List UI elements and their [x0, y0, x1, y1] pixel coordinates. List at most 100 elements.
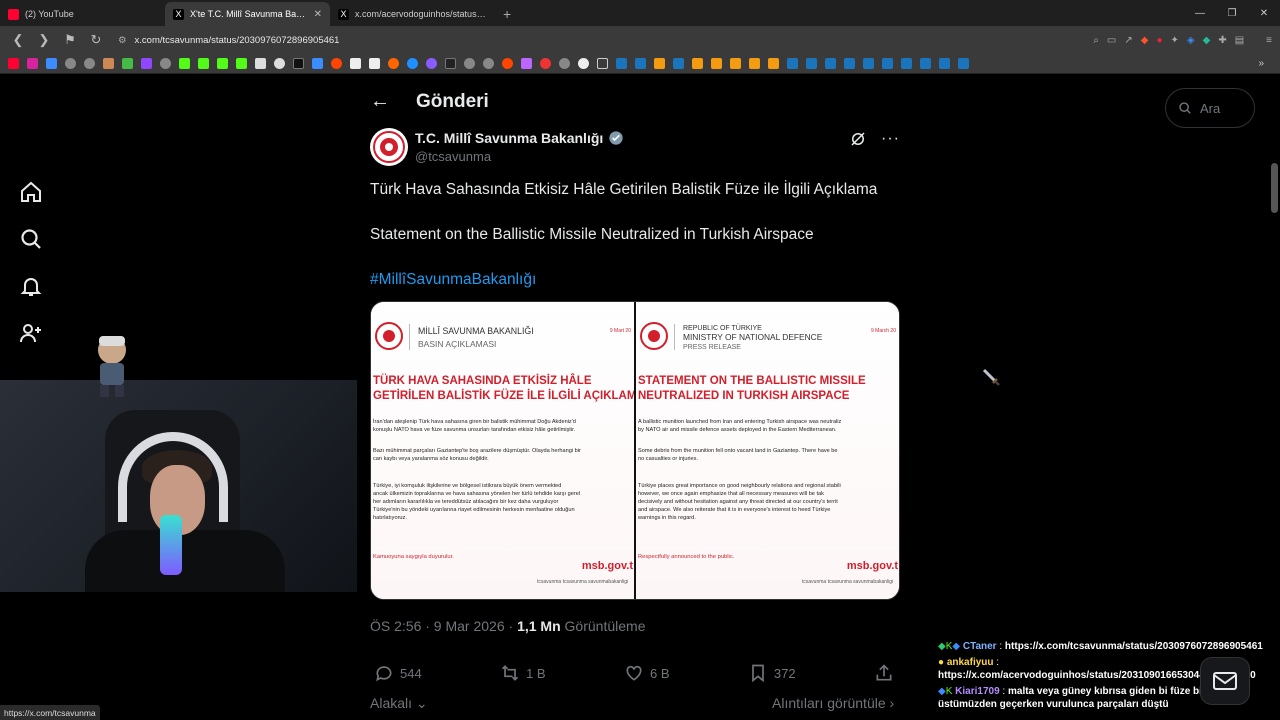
messages-button[interactable]	[1200, 657, 1250, 705]
author-name[interactable]: T.C. Millî Savunma Bakanlığı	[415, 130, 624, 146]
avatar[interactable]	[370, 128, 408, 166]
bookmark-steam-icon[interactable]	[863, 58, 874, 69]
bookmark-youtube-icon[interactable]	[8, 58, 19, 69]
bookmark-kick-icon[interactable]	[179, 58, 190, 69]
bookmark-icon[interactable]	[654, 58, 665, 69]
bookmark-steam-icon[interactable]	[901, 58, 912, 69]
bookmark-icon[interactable]	[540, 58, 551, 69]
menu-icon[interactable]: ≡	[1266, 35, 1272, 46]
address-bar[interactable]: ⚙ x.com/tcsavunma/status/203097607289690…	[112, 30, 1272, 50]
url-text[interactable]: x.com/tcsavunma/status/20309760728969054…	[135, 35, 340, 46]
extension-icon[interactable]: ●	[1156, 35, 1162, 46]
site-info-icon[interactable]: ⚙	[118, 35, 127, 46]
more-bookmarks-icon[interactable]: »	[1258, 58, 1264, 69]
bookmark-icon[interactable]	[578, 58, 589, 69]
bookmark-steam-icon[interactable]	[616, 58, 627, 69]
forward-icon[interactable]: ❯	[34, 30, 54, 50]
bookmark-steam-icon[interactable]	[939, 58, 950, 69]
bookmark-steam-icon[interactable]	[673, 58, 684, 69]
bookmark-instagram-icon[interactable]	[27, 58, 38, 69]
bookmark-x-icon[interactable]	[293, 58, 304, 69]
back-arrow-icon[interactable]: ←	[370, 90, 390, 113]
bookmark-icon[interactable]	[103, 58, 114, 69]
close-tab-icon[interactable]: ✕	[314, 9, 322, 20]
bookmark-icon[interactable]	[312, 58, 323, 69]
new-tab-button[interactable]: +	[495, 2, 519, 26]
bookmark-steam-icon[interactable]	[787, 58, 798, 69]
extension-icon[interactable]: ◆	[1203, 35, 1211, 46]
bookmark-folder-icon[interactable]	[597, 58, 608, 69]
bookmark-icon[interactable]	[559, 58, 570, 69]
bookmark-kick-icon[interactable]	[217, 58, 228, 69]
author-name-text[interactable]: T.C. Millî Savunma Bakanlığı	[415, 130, 603, 146]
like-button[interactable]: 6 B	[624, 663, 670, 683]
bookmark-icon[interactable]	[711, 58, 722, 69]
close-window-icon[interactable]: ✕	[1248, 0, 1280, 26]
reload-icon[interactable]: ↻	[86, 30, 106, 50]
post-hashtag[interactable]: #MillîSavunmaBakanlığı	[370, 271, 536, 289]
bookmark-icon[interactable]	[65, 58, 76, 69]
brave-shield-icon[interactable]: ◆	[1141, 35, 1149, 46]
search-icon[interactable]	[18, 227, 44, 251]
sidebar-icon[interactable]: ▤	[1235, 35, 1244, 46]
extensions-puzzle-icon[interactable]: ✚	[1218, 35, 1226, 46]
bookmark-button[interactable]: 372	[748, 663, 796, 683]
bookmark-reddit-icon[interactable]	[331, 58, 342, 69]
bookmark-icon[interactable]	[122, 58, 133, 69]
related-dropdown[interactable]: Alakalı ⌄	[370, 695, 428, 712]
grok-icon[interactable]	[849, 130, 867, 148]
bookmark-icon[interactable]	[369, 58, 380, 69]
bookmark-icon[interactable]	[521, 58, 532, 69]
search-box[interactable]: Ara	[1165, 88, 1255, 128]
repost-button[interactable]: 1 B	[500, 663, 546, 683]
bookmark-icon[interactable]	[274, 58, 285, 69]
tab-x-acervodoguinhos[interactable]: X x.com/acervodoguinhos/status/2031	[330, 2, 495, 26]
bookmark-icon[interactable]	[730, 58, 741, 69]
bookmark-steam-icon[interactable]	[882, 58, 893, 69]
bookmark-icon[interactable]	[160, 58, 171, 69]
page-scrollbar[interactable]	[1271, 163, 1278, 213]
notifications-icon[interactable]	[18, 274, 44, 298]
post-time[interactable]: ÖS 2:56 · 9 Mar 2026 ·	[370, 618, 517, 634]
bookmark-icon[interactable]	[388, 58, 399, 69]
bookmark-steam-icon[interactable]	[958, 58, 969, 69]
tab-x-tcsavunma[interactable]: X X'te T.C. Millî Savunma Bakanlığı ✕	[165, 2, 330, 26]
view-quotes-link[interactable]: Alıntıları görüntüle ›	[772, 695, 894, 711]
bookmark-icon[interactable]	[426, 58, 437, 69]
bookmark-icon[interactable]	[768, 58, 779, 69]
bookmark-steam-icon[interactable]	[844, 58, 855, 69]
more-options-icon[interactable]: ···	[881, 130, 900, 148]
bookmark-icon[interactable]	[84, 58, 95, 69]
extension-icon[interactable]: ◈	[1187, 35, 1195, 46]
bookmark-steam-icon[interactable]	[806, 58, 817, 69]
home-icon[interactable]	[18, 180, 44, 204]
bookmark-steam-icon[interactable]	[825, 58, 836, 69]
bookmark-icon[interactable]: ⚑	[60, 30, 80, 50]
post-image[interactable]: MİLLÎ SAVUNMA BAKANLIĞI BASIN AÇIKLAMASI…	[370, 301, 900, 600]
share-button[interactable]	[874, 663, 894, 683]
bookmark-reddit-icon[interactable]	[502, 58, 513, 69]
bookmark-icon[interactable]	[483, 58, 494, 69]
follow-icon[interactable]	[18, 321, 44, 345]
bookmark-kick-icon[interactable]	[198, 58, 209, 69]
bookmark-icon[interactable]	[236, 58, 247, 69]
zoom-icon[interactable]: ⌕	[1093, 35, 1099, 46]
bookmark-icon[interactable]	[692, 58, 703, 69]
back-icon[interactable]: ❮	[8, 30, 28, 50]
bookmark-twitch-icon[interactable]	[141, 58, 152, 69]
tab-youtube[interactable]: (2) YouTube	[0, 2, 165, 26]
cast-icon[interactable]: ▭	[1107, 35, 1116, 46]
bookmark-steam-icon[interactable]	[635, 58, 646, 69]
extension-icon[interactable]: ✦	[1171, 35, 1179, 46]
bookmark-icon[interactable]	[46, 58, 57, 69]
reply-button[interactable]: 544	[374, 663, 422, 683]
bookmark-icon[interactable]	[255, 58, 266, 69]
restore-icon[interactable]: ❐	[1216, 0, 1248, 26]
bookmark-steam-icon[interactable]	[920, 58, 931, 69]
author-handle[interactable]: @tcsavunma	[415, 149, 491, 164]
minimize-icon[interactable]: —	[1184, 0, 1216, 26]
bookmark-icon[interactable]	[445, 58, 456, 69]
bookmark-icon[interactable]	[407, 58, 418, 69]
bookmark-icon[interactable]	[350, 58, 361, 69]
bookmark-icon[interactable]	[749, 58, 760, 69]
